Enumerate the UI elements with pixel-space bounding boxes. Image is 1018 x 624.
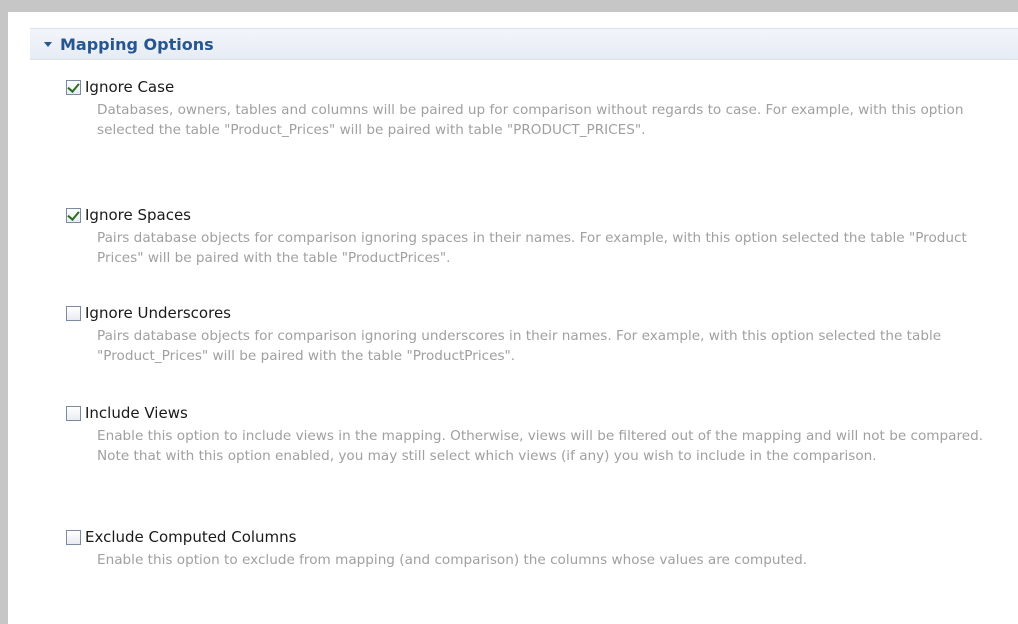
option-row[interactable]: Ignore Spaces [66, 204, 997, 226]
exclude-computed-columns-label[interactable]: Exclude Computed Columns [85, 528, 296, 546]
ignore-spaces-checkbox[interactable] [66, 207, 81, 223]
include-views-label[interactable]: Include Views [85, 404, 188, 422]
checkmark-icon [67, 207, 80, 221]
ignore-underscores-checkbox[interactable] [66, 305, 81, 321]
ignore-case-label[interactable]: Ignore Case [85, 78, 174, 96]
option-ignore-underscores: Ignore Underscores Pairs database object… [66, 302, 997, 366]
option-row[interactable]: Include Views [66, 402, 997, 424]
ignore-underscores-label[interactable]: Ignore Underscores [85, 304, 231, 322]
ignore-case-checkbox[interactable] [66, 79, 81, 95]
triangle-down-icon[interactable] [44, 41, 52, 47]
option-ignore-case: Ignore Case Databases, owners, tables an… [66, 76, 997, 140]
exclude-computed-columns-checkbox[interactable] [66, 529, 81, 545]
option-include-views: Include Views Enable this option to incl… [66, 402, 997, 466]
option-row[interactable]: Exclude Computed Columns [66, 526, 997, 548]
checkmark-icon [67, 79, 80, 93]
ignore-spaces-label[interactable]: Ignore Spaces [85, 206, 191, 224]
option-row[interactable]: Ignore Underscores [66, 302, 997, 324]
ignore-spaces-description: Pairs database objects for comparison ig… [97, 230, 967, 266]
window-frame: Mapping Options Ignore Case Databases, o… [0, 0, 1018, 624]
ignore-case-description: Databases, owners, tables and columns wi… [97, 102, 964, 138]
include-views-description: Enable this option to include views in t… [97, 428, 984, 464]
mapping-options-panel: Mapping Options Ignore Case Databases, o… [8, 12, 1018, 624]
option-row[interactable]: Ignore Case [66, 76, 997, 98]
exclude-computed-columns-description: Enable this option to exclude from mappi… [97, 552, 808, 568]
option-exclude-computed-columns: Exclude Computed Columns Enable this opt… [66, 526, 997, 570]
include-views-checkbox[interactable] [66, 405, 81, 421]
ignore-underscores-description: Pairs database objects for comparison ig… [97, 328, 942, 364]
section-title: Mapping Options [60, 34, 214, 54]
section-header-mapping-options[interactable]: Mapping Options [30, 28, 1018, 60]
option-ignore-spaces: Ignore Spaces Pairs database objects for… [66, 204, 997, 268]
